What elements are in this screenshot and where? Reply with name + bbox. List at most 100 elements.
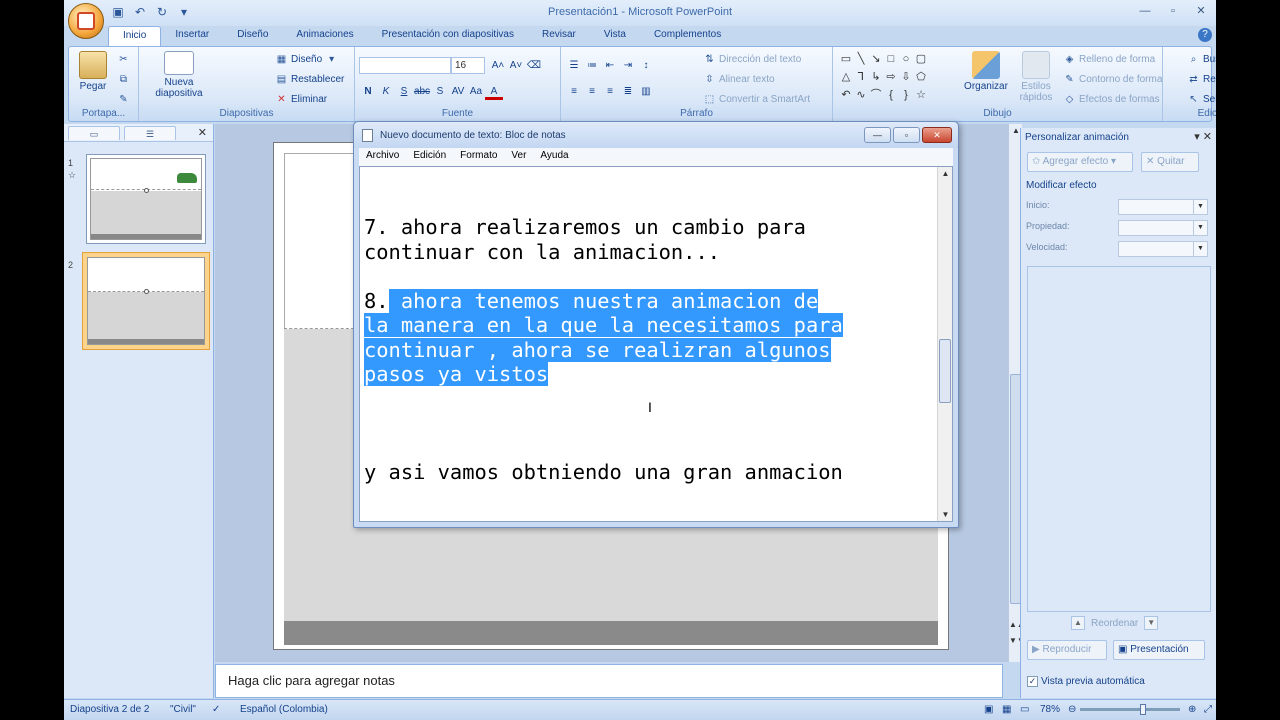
star-shape-icon[interactable]: ☆ <box>914 89 928 101</box>
minimize-button[interactable]: — <box>1132 2 1158 20</box>
shape-fill-button[interactable]: ◈ Relleno de forma <box>1063 53 1156 66</box>
replace-button[interactable]: ⇄ Reemplazar <box>1187 73 1216 86</box>
zoom-slider[interactable] <box>1080 704 1180 715</box>
property-combo[interactable]: ▼ <box>1118 220 1208 236</box>
notepad-scroll-thumb[interactable] <box>939 339 951 403</box>
slide-thumbnail-1[interactable] <box>86 154 206 244</box>
bold-icon[interactable]: N <box>359 83 377 100</box>
layout-button[interactable]: ▦ Diseño ▾ <box>275 53 338 66</box>
tab-inicio[interactable]: Inicio <box>108 26 162 46</box>
text-direction-button[interactable]: ⇅ Dirección del texto <box>703 53 801 66</box>
new-slide-button[interactable]: Nueva diapositiva <box>147 51 211 99</box>
shape-effects-button[interactable]: ◇ Efectos de formas <box>1063 93 1160 106</box>
spellcheck-icon[interactable]: ✓ <box>212 704 220 715</box>
notepad-minimize-button[interactable]: — <box>864 127 891 143</box>
zoom-level[interactable]: 78% <box>1040 704 1060 715</box>
align-right-icon[interactable]: ≡ <box>601 83 619 100</box>
tab-diseno[interactable]: Diseño <box>223 26 282 46</box>
font-name-box[interactable] <box>359 57 451 74</box>
underline-icon[interactable]: S <box>395 83 413 100</box>
rounded-rect-shape-icon[interactable]: ▢ <box>914 53 928 65</box>
office-button[interactable] <box>68 3 104 39</box>
align-center-icon[interactable]: ≡ <box>583 83 601 100</box>
menu-ver[interactable]: Ver <box>504 148 533 166</box>
brace-left-shape-icon[interactable]: { <box>884 89 898 101</box>
move-up-icon[interactable]: ▲ <box>1071 616 1085 630</box>
tab-outline[interactable]: ☰ <box>124 125 176 140</box>
scroll-down-icon[interactable]: ▼ <box>938 510 952 519</box>
delete-slide-button[interactable]: ✕ Eliminar <box>275 93 327 106</box>
animation-list[interactable] <box>1027 266 1211 612</box>
paste-button[interactable]: Pegar <box>75 51 111 92</box>
quick-styles-button[interactable]: Estilos rápidos <box>1013 51 1059 103</box>
menu-formato[interactable]: Formato <box>453 148 504 166</box>
increase-indent-icon[interactable]: ⇥ <box>619 57 637 74</box>
notepad-close-button[interactable]: ✕ <box>922 127 952 143</box>
brace-right-shape-icon[interactable]: } <box>899 89 913 101</box>
font-color-icon[interactable]: A <box>485 83 503 100</box>
pane-menu-icon[interactable]: ▾ <box>1194 131 1200 143</box>
align-text-button[interactable]: ⇳ Alinear texto <box>703 73 774 86</box>
tab-animaciones[interactable]: Animaciones <box>282 26 367 46</box>
right-arrow-shape-icon[interactable]: ⇨ <box>884 71 898 83</box>
notepad-maximize-button[interactable]: ▫ <box>893 127 920 143</box>
close-button[interactable]: ✕ <box>1188 2 1214 20</box>
tab-complementos[interactable]: Complementos <box>640 26 735 46</box>
copy-button[interactable]: ⧉ <box>117 73 130 86</box>
notepad-title-bar[interactable]: Nuevo documento de texto: Bloc de notas … <box>354 122 958 148</box>
shrink-font-icon[interactable]: A˅ <box>507 57 525 74</box>
clear-format-icon[interactable]: ⌫ <box>525 57 543 74</box>
spacing-icon[interactable]: AV <box>449 83 467 100</box>
remove-effect-button[interactable]: ✕ Quitar <box>1141 152 1199 172</box>
tab-slides[interactable]: ▭ <box>68 125 120 140</box>
view-slideshow-icon[interactable]: ▭ <box>1020 704 1029 715</box>
tab-presentacion[interactable]: Presentación con diapositivas <box>368 26 528 46</box>
rect-shape-icon[interactable]: □ <box>884 53 898 65</box>
menu-archivo[interactable]: Archivo <box>359 148 406 166</box>
cut-button[interactable]: ✂ <box>117 53 130 66</box>
arrow-shape-icon[interactable]: ↘ <box>869 53 883 65</box>
zoom-in-icon[interactable]: ⊕ <box>1188 704 1196 715</box>
language-indicator[interactable]: Español (Colombia) <box>240 704 328 715</box>
arrange-button[interactable]: Organizar <box>961 51 1011 92</box>
close-icon[interactable]: ✕ <box>1203 131 1212 143</box>
speed-combo[interactable]: ▼ <box>1118 241 1208 257</box>
add-effect-button[interactable]: ✩ Agregar efecto ▾ <box>1027 152 1133 172</box>
find-button[interactable]: ⌕ Buscar <box>1187 53 1216 66</box>
justify-icon[interactable]: ≣ <box>619 83 637 100</box>
strikethrough-icon[interactable]: abc <box>413 83 431 100</box>
play-button[interactable]: ▶ Reproducir <box>1027 640 1107 660</box>
font-size-box[interactable]: 16 <box>451 57 485 74</box>
slide-thumbnail-2[interactable] <box>82 252 210 350</box>
smartart-button[interactable]: ⬚ Convertir a SmartArt <box>703 93 810 106</box>
connector-shape-icon[interactable]: ↳ <box>869 71 883 83</box>
columns-icon[interactable]: ▥ <box>637 83 655 100</box>
start-combo[interactable]: ▼ <box>1118 199 1208 215</box>
zoom-out-icon[interactable]: ⊖ <box>1068 704 1076 715</box>
pentagon-shape-icon[interactable]: ⬠ <box>914 71 928 83</box>
italic-icon[interactable]: K <box>377 83 395 100</box>
reset-button[interactable]: ▤ Restablecer <box>275 73 345 86</box>
menu-edicion[interactable]: Edición <box>406 148 453 166</box>
close-icon[interactable]: ✕ <box>198 126 207 139</box>
select-button[interactable]: ↖ Seleccionar <box>1187 93 1216 106</box>
view-sorter-icon[interactable]: ▦ <box>1002 704 1011 715</box>
slideshow-button[interactable]: ▣ Presentación <box>1113 640 1205 660</box>
case-icon[interactable]: Aa <box>467 83 485 100</box>
arc-shape-icon[interactable]: ⌒ <box>869 89 883 101</box>
freeform-shape-icon[interactable]: ∿ <box>854 89 868 101</box>
line-shape-icon[interactable]: ╲ <box>854 53 868 65</box>
tab-revisar[interactable]: Revisar <box>528 26 590 46</box>
fit-slide-icon[interactable]: ⤢ <box>1204 704 1212 715</box>
notes-pane[interactable]: Haga clic para agregar notas <box>215 664 1003 698</box>
triangle-shape-icon[interactable]: △ <box>839 71 853 83</box>
decrease-indent-icon[interactable]: ⇤ <box>601 57 619 74</box>
format-painter-button[interactable]: ✎ <box>117 93 130 106</box>
zoom-slider-knob[interactable] <box>1140 704 1146 715</box>
tab-vista[interactable]: Vista <box>590 26 640 46</box>
maximize-button[interactable]: ▫ <box>1160 2 1186 20</box>
help-icon[interactable]: ? <box>1198 28 1212 42</box>
move-down-icon[interactable]: ▼ <box>1144 616 1159 630</box>
oval-shape-icon[interactable]: ○ <box>899 53 913 65</box>
align-left-icon[interactable]: ≡ <box>565 83 583 100</box>
